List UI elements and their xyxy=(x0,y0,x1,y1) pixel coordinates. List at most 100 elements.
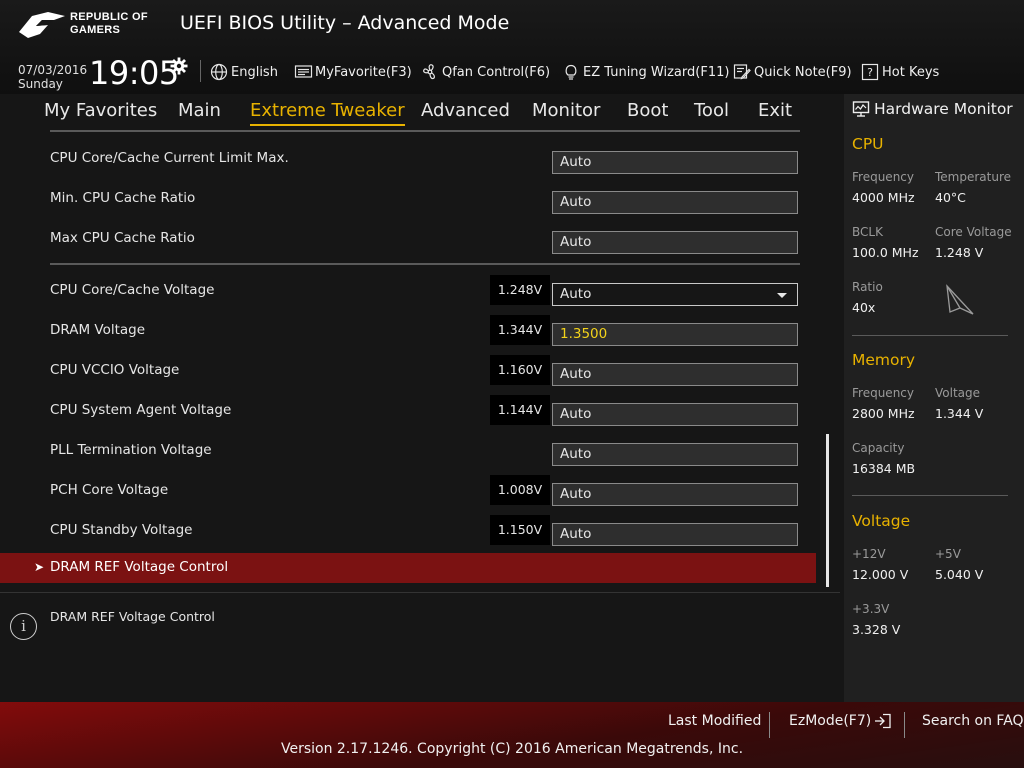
memory-section-title: Memory xyxy=(852,351,916,369)
v12-label: +12V xyxy=(852,547,886,561)
current-voltage-readout: 1.008V xyxy=(490,475,550,505)
setting-label: Min. CPU Cache Ratio xyxy=(50,190,196,206)
setting-value-field[interactable]: Auto xyxy=(552,403,798,426)
current-voltage-readout: 1.160V xyxy=(490,355,550,385)
last-modified-button[interactable]: Last Modified xyxy=(668,713,761,729)
info-icon: i xyxy=(10,613,37,640)
ratio-graph-icon xyxy=(944,283,976,317)
logo-text-line2: GAMERS xyxy=(70,24,121,36)
my-favorite-button[interactable]: MyFavorite(F3) xyxy=(294,62,412,82)
svg-text:?: ? xyxy=(867,66,873,79)
setting-label: CPU Core/Cache Current Limit Max. xyxy=(50,150,289,166)
current-voltage-readout: 1.150V xyxy=(490,515,550,545)
submenu-dram-ref-voltage-control[interactable]: ➤ DRAM REF Voltage Control xyxy=(0,553,816,583)
tab-boot[interactable]: Boot xyxy=(627,100,668,121)
setting-row-pll-termination-voltage: PLL Termination Voltage Auto xyxy=(0,430,816,470)
ratio-label: Ratio xyxy=(852,280,883,294)
current-voltage-readout: 1.344V xyxy=(490,315,550,345)
setting-value-field[interactable]: Auto xyxy=(552,363,798,386)
day-display: Sunday xyxy=(18,77,63,91)
setting-value-field[interactable]: Auto xyxy=(552,523,798,546)
voltage-mode-dropdown[interactable]: Auto xyxy=(552,283,798,306)
setting-label: CPU Core/Cache Voltage xyxy=(50,282,215,298)
search-faq-button[interactable]: Search on FAQ xyxy=(922,713,1024,729)
setting-value-field[interactable]: Auto xyxy=(552,483,798,506)
tab-monitor[interactable]: Monitor xyxy=(532,100,600,121)
current-voltage-readout: 1.248V xyxy=(490,275,550,305)
time-display: 19:05 xyxy=(89,54,179,92)
setting-row-min-cpu-cache-ratio: Min. CPU Cache Ratio Auto xyxy=(0,178,816,218)
section-divider xyxy=(50,263,800,265)
tab-extreme-tweaker[interactable]: Extreme Tweaker xyxy=(250,100,405,126)
exit-arrow-icon xyxy=(874,713,892,729)
cpu-frequency-value: 4000 MHz xyxy=(852,190,915,205)
setting-value-field[interactable]: Auto xyxy=(552,231,798,254)
tab-my-favorites[interactable]: My Favorites xyxy=(44,100,157,121)
my-favorite-label: MyFavorite(F3) xyxy=(315,64,412,80)
submenu-arrow-icon: ➤ xyxy=(34,560,45,574)
hardware-monitor-title: Hardware Monitor xyxy=(852,100,1013,118)
setting-value-field[interactable]: Auto xyxy=(552,191,798,214)
dropdown-selected-value: Auto xyxy=(560,286,592,302)
setting-label: DRAM Voltage xyxy=(50,322,146,338)
quick-note-label: Quick Note(F9) xyxy=(754,64,852,80)
setting-value-field[interactable]: Auto xyxy=(552,151,798,174)
v5-value: 5.040 V xyxy=(935,567,984,582)
help-question-icon: ? xyxy=(861,63,879,81)
ez-mode-label: EzMode(F7) xyxy=(789,713,872,729)
ez-tuning-wizard-button[interactable]: EZ Tuning Wizard(F11) xyxy=(562,62,729,82)
header-separator xyxy=(200,60,201,82)
qfan-control-button[interactable]: Qfan Control(F6) xyxy=(421,62,550,82)
core-voltage-value: 1.248 V xyxy=(935,245,984,260)
tab-exit[interactable]: Exit xyxy=(758,100,792,121)
language-button[interactable]: English xyxy=(210,62,278,82)
v33-value: 3.328 V xyxy=(852,622,901,637)
lightbulb-icon xyxy=(562,63,580,81)
ez-mode-button[interactable]: EzMode(F7) xyxy=(789,713,892,729)
setting-label: PLL Termination Voltage xyxy=(50,442,212,458)
cpu-section-title: CPU xyxy=(852,135,884,153)
setting-label: PCH Core Voltage xyxy=(50,482,169,498)
v12-value: 12.000 V xyxy=(852,567,909,582)
quick-note-button[interactable]: Quick Note(F9) xyxy=(733,62,852,82)
tab-main[interactable]: Main xyxy=(178,100,221,121)
memory-capacity-label: Capacity xyxy=(852,441,905,455)
fan-icon xyxy=(421,63,439,81)
language-label: English xyxy=(231,64,278,80)
setting-value-field[interactable]: 1.3500 xyxy=(552,323,798,346)
settings-scrollbar[interactable] xyxy=(826,434,829,587)
setting-row-cpu-standby-voltage: CPU Standby Voltage 1.150V Auto xyxy=(0,510,816,550)
footer-separator xyxy=(769,712,770,738)
setting-row-cpu-system-agent-voltage: CPU System Agent Voltage 1.144V Auto xyxy=(0,390,816,430)
memory-frequency-value: 2800 MHz xyxy=(852,406,915,421)
clock-settings-gear-icon[interactable] xyxy=(170,57,188,75)
cpu-frequency-label: Frequency xyxy=(852,170,914,184)
submenu-label: DRAM REF Voltage Control xyxy=(50,559,229,575)
footer-separator xyxy=(904,712,905,738)
logo-text-line1: REPUBLIC OF xyxy=(70,11,148,23)
qfan-control-label: Qfan Control(F6) xyxy=(442,64,551,80)
hw-section-divider xyxy=(852,495,1008,496)
memory-frequency-label: Frequency xyxy=(852,386,914,400)
v33-label: +3.3V xyxy=(852,602,890,616)
ratio-value: 40x xyxy=(852,300,876,315)
help-divider xyxy=(0,592,840,593)
bclk-label: BCLK xyxy=(852,225,883,239)
tab-tool[interactable]: Tool xyxy=(694,100,729,121)
chevron-down-icon xyxy=(777,293,787,298)
setting-row-cpu-core-cache-voltage: CPU Core/Cache Voltage 1.248V Auto xyxy=(0,270,816,310)
hot-keys-label: Hot Keys xyxy=(882,64,940,80)
tab-advanced[interactable]: Advanced xyxy=(421,100,510,121)
current-voltage-readout: 1.144V xyxy=(490,395,550,425)
monitor-icon xyxy=(852,100,870,118)
hot-keys-button[interactable]: ? Hot Keys xyxy=(861,62,939,82)
setting-row-cpu-cache-current-limit: CPU Core/Cache Current Limit Max. Auto xyxy=(0,138,816,178)
memory-voltage-label: Voltage xyxy=(935,386,981,400)
globe-icon xyxy=(210,63,228,81)
setting-label: CPU Standby Voltage xyxy=(50,522,193,538)
favorite-list-icon xyxy=(294,63,313,81)
setting-value-field[interactable]: Auto xyxy=(552,443,798,466)
app-title: UEFI BIOS Utility – Advanced Mode xyxy=(180,12,510,34)
note-edit-icon xyxy=(733,63,751,81)
v5-label: +5V xyxy=(935,547,961,561)
